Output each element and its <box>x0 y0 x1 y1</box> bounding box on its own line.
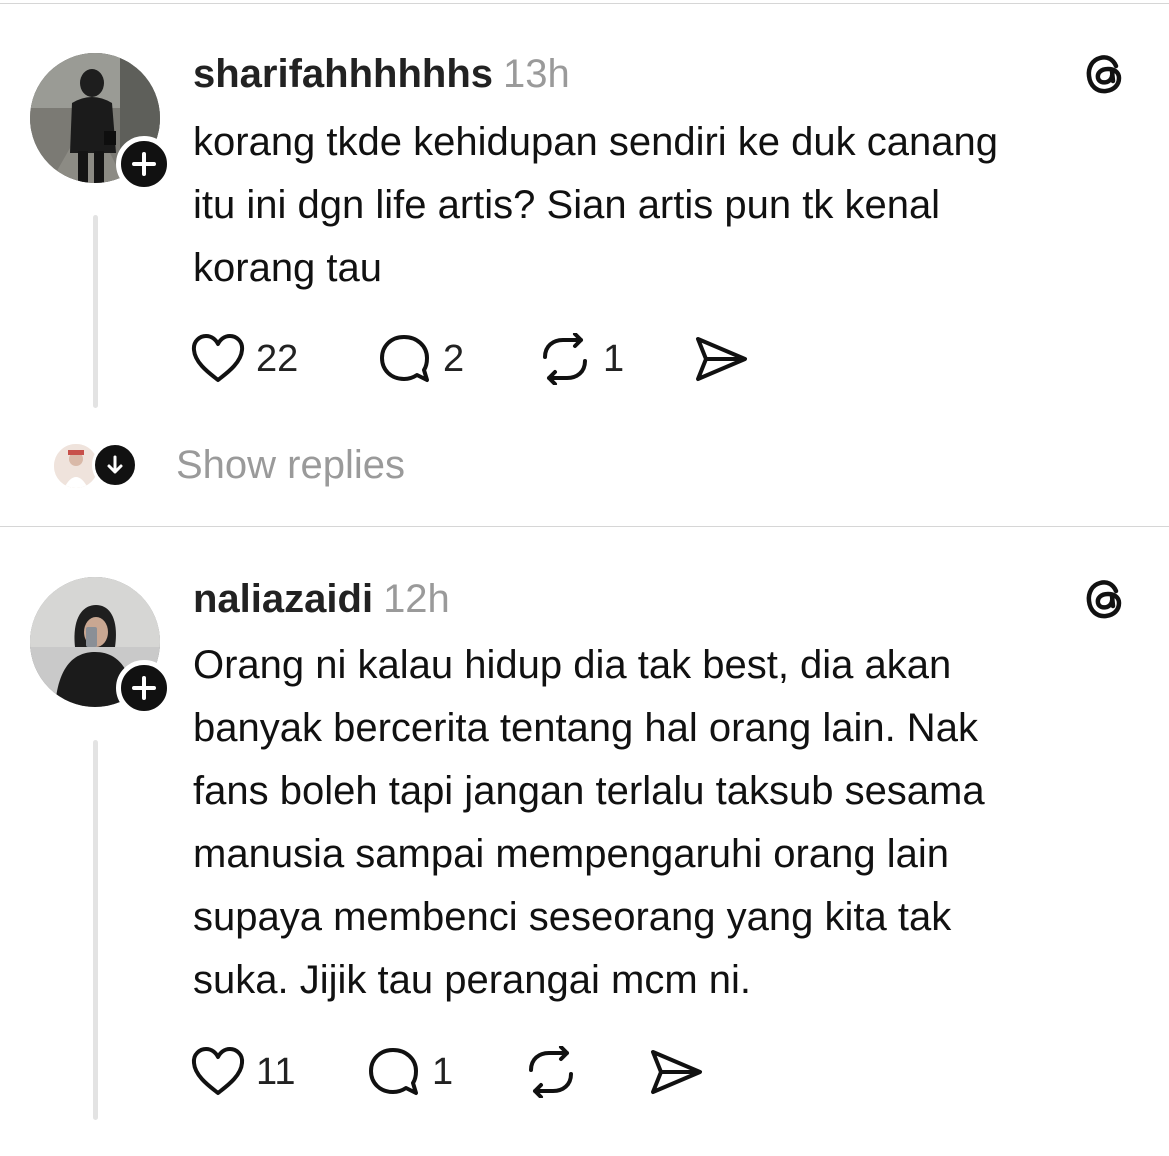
reply-button[interactable]: 2 <box>377 331 464 387</box>
reply-count: 2 <box>443 337 465 380</box>
plus-icon <box>132 152 156 176</box>
like-button[interactable]: 22 <box>190 331 298 387</box>
threads-logo-icon[interactable] <box>1082 576 1128 622</box>
show-replies-link[interactable]: Show replies <box>176 443 405 488</box>
post-header: naliazaidi 12h <box>193 575 450 623</box>
timestamp: 12h <box>383 577 450 621</box>
arrow-down-icon <box>107 455 123 474</box>
threads-logo-icon[interactable] <box>1082 51 1128 97</box>
comment-icon <box>369 1048 418 1095</box>
send-icon <box>651 1050 702 1094</box>
like-count: 11 <box>256 1050 296 1093</box>
heart-icon <box>191 1047 245 1095</box>
comment-icon <box>380 335 429 382</box>
share-button[interactable] <box>648 1044 704 1100</box>
share-button[interactable] <box>693 331 749 387</box>
username[interactable]: naliazaidi <box>193 577 373 621</box>
repost-icon <box>529 1046 573 1098</box>
heart-icon <box>191 334 245 382</box>
post-text: Orang ni kalau hidup dia tak best, dia a… <box>193 643 985 1002</box>
post-text: korang tkde kehidupan sendiri ke duk can… <box>193 120 998 290</box>
like-count: 22 <box>256 337 299 380</box>
repost-button[interactable]: 1 <box>537 331 624 387</box>
reply-button[interactable]: 1 <box>366 1044 453 1100</box>
timestamp: 13h <box>503 52 570 96</box>
post-header: sharifahhhhhhs 13h <box>193 50 570 98</box>
like-button[interactable]: 11 <box>190 1044 295 1100</box>
follow-button[interactable] <box>116 660 172 716</box>
expand-badge <box>92 442 138 488</box>
post-divider <box>0 526 1169 527</box>
thread-line <box>93 215 98 408</box>
send-icon <box>696 337 747 381</box>
top-divider <box>0 3 1169 4</box>
repost-button[interactable] <box>523 1044 579 1100</box>
repost-icon <box>543 333 587 385</box>
plus-icon <box>132 676 156 700</box>
reply-count: 1 <box>432 1050 454 1093</box>
repost-count: 1 <box>603 337 625 380</box>
follow-button[interactable] <box>116 136 172 192</box>
thread-line <box>93 740 98 1120</box>
username[interactable]: sharifahhhhhhs <box>193 52 493 96</box>
